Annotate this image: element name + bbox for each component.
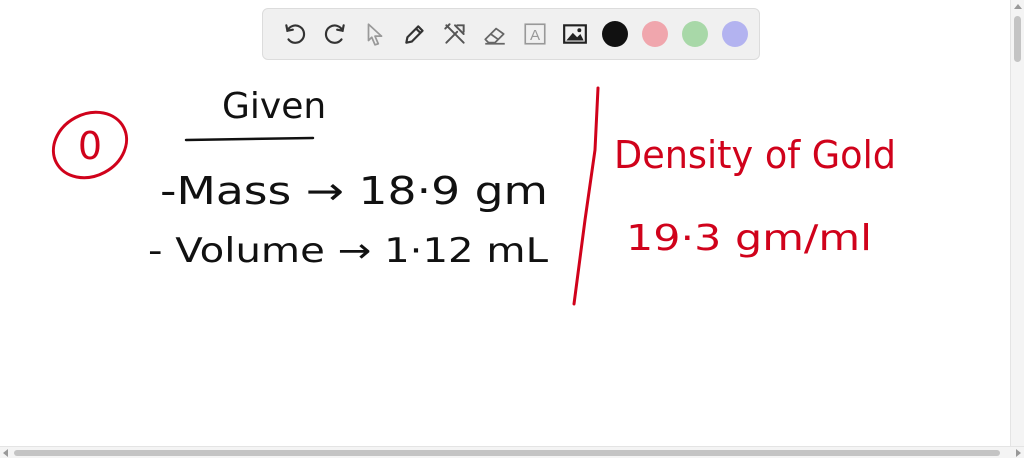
eraser-button[interactable] [475, 14, 515, 54]
horizontal-scrollbar[interactable] [0, 446, 1024, 458]
text-icon: A [524, 23, 546, 45]
vertical-scroll-thumb[interactable] [1014, 16, 1021, 62]
text-button[interactable]: A [515, 14, 555, 54]
pen-button[interactable] [395, 14, 435, 54]
problem-number: 0 [78, 124, 102, 168]
given-underline [184, 136, 315, 142]
mass-line: -Mass → 18·9 gm [160, 169, 548, 213]
scroll-left-icon[interactable] [3, 449, 8, 457]
pointer-icon [367, 23, 383, 46]
drawing-toolbar: A [262, 8, 760, 60]
scroll-up-icon[interactable] [1014, 4, 1022, 9]
color-pink[interactable] [642, 21, 668, 47]
select-button[interactable] [355, 14, 395, 54]
undo-icon [285, 24, 306, 44]
tools-button[interactable] [435, 14, 475, 54]
redo-icon [324, 24, 345, 44]
scroll-right-icon[interactable] [1016, 449, 1021, 457]
color-black[interactable] [602, 21, 628, 47]
horizontal-scroll-thumb[interactable] [14, 450, 1000, 456]
undo-button[interactable] [275, 14, 315, 54]
svg-text:A: A [530, 27, 541, 44]
image-icon [563, 24, 587, 44]
color-green[interactable] [682, 21, 708, 47]
pen-icon [405, 25, 424, 44]
volume-line: - Volume → 1·12 mL [148, 231, 548, 271]
vertical-scrollbar[interactable] [1010, 0, 1024, 446]
color-lavender[interactable] [722, 21, 748, 47]
whiteboard-canvas[interactable]: 0 Given -Mass → 18·9 gm - Volume → 1·12 … [0, 62, 1010, 446]
tools-icon [444, 23, 465, 44]
separator-line [572, 86, 600, 306]
density-heading: Density of Gold [614, 133, 896, 177]
given-heading: Given [222, 86, 326, 127]
density-value: 19·3 gm/ml [626, 218, 872, 259]
eraser-icon [484, 27, 505, 45]
redo-button[interactable] [315, 14, 355, 54]
image-button[interactable] [555, 14, 595, 54]
